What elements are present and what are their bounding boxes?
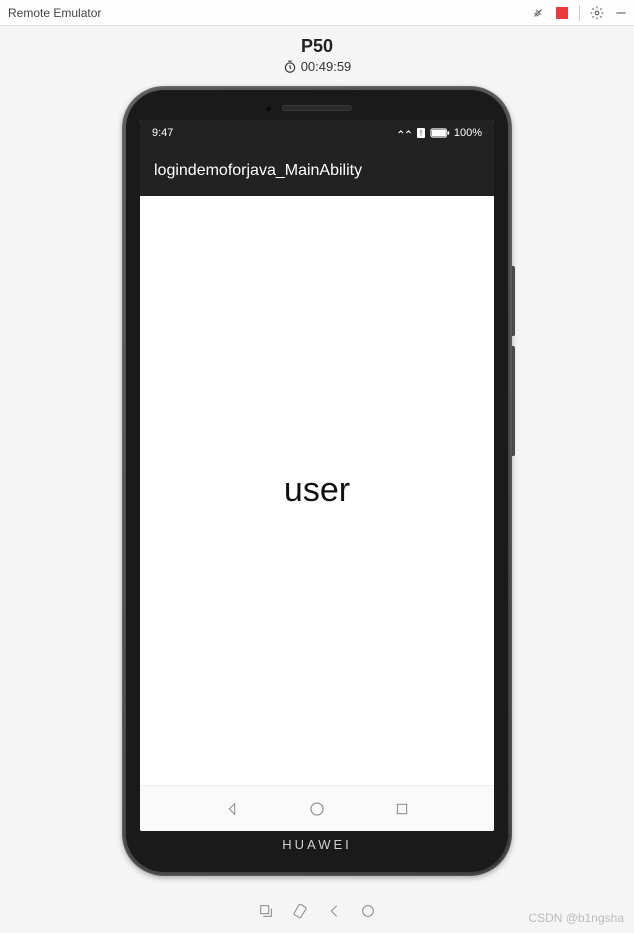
phone-frame: 9:47 ! 100% logindemoforjava_MainAbility bbox=[122, 86, 512, 876]
timer-text: 00:49:59 bbox=[301, 59, 352, 74]
window-title: Remote Emulator bbox=[6, 6, 101, 20]
screenshot-icon[interactable] bbox=[258, 903, 274, 919]
alert-icon: ! bbox=[416, 127, 426, 139]
rotate-icon[interactable] bbox=[292, 903, 308, 919]
emulator-toolbar: Remote Emulator bbox=[0, 0, 634, 26]
pin-icon[interactable] bbox=[531, 6, 545, 20]
battery-text: 100% bbox=[454, 127, 482, 139]
device-name: P50 bbox=[0, 36, 634, 57]
watermark: CSDN @b1ngsha bbox=[528, 911, 624, 925]
session-timer: 00:49:59 bbox=[0, 59, 634, 74]
phone-bezel: 9:47 ! 100% logindemoforjava_MainAbility bbox=[126, 90, 508, 872]
recents-button[interactable] bbox=[392, 799, 412, 819]
toolbar-divider bbox=[579, 5, 580, 21]
status-time: 9:47 bbox=[152, 127, 173, 139]
stop-button[interactable] bbox=[555, 6, 569, 20]
back-button[interactable] bbox=[222, 799, 242, 819]
phone-wrap: 9:47 ! 100% logindemoforjava_MainAbility bbox=[0, 86, 634, 876]
network-icon bbox=[398, 128, 412, 138]
power-button[interactable] bbox=[512, 346, 515, 456]
status-right: ! 100% bbox=[398, 127, 482, 139]
status-bar: 9:47 ! 100% bbox=[140, 120, 494, 146]
gear-icon[interactable] bbox=[590, 6, 604, 20]
app-content: user bbox=[140, 196, 494, 785]
earpiece bbox=[282, 105, 352, 111]
sensor-dot bbox=[266, 106, 271, 111]
toolbar-actions bbox=[531, 5, 628, 21]
clock-icon bbox=[283, 60, 297, 74]
emulator-header: P50 00:49:59 bbox=[0, 26, 634, 78]
phone-brand: HUAWEI bbox=[140, 837, 494, 852]
svg-text:!: ! bbox=[420, 129, 422, 138]
content-label: user bbox=[284, 471, 350, 510]
home-button[interactable] bbox=[307, 799, 327, 819]
app-title: logindemoforjava_MainAbility bbox=[154, 162, 362, 180]
home-icon[interactable] bbox=[360, 903, 376, 919]
volume-button[interactable] bbox=[512, 266, 515, 336]
phone-screen: 9:47 ! 100% logindemoforjava_MainAbility bbox=[140, 120, 494, 831]
minimize-icon[interactable] bbox=[614, 6, 628, 20]
app-title-bar: logindemoforjava_MainAbility bbox=[140, 146, 494, 196]
android-nav-bar bbox=[140, 785, 494, 831]
battery-icon bbox=[430, 128, 450, 138]
back-icon[interactable] bbox=[326, 903, 342, 919]
